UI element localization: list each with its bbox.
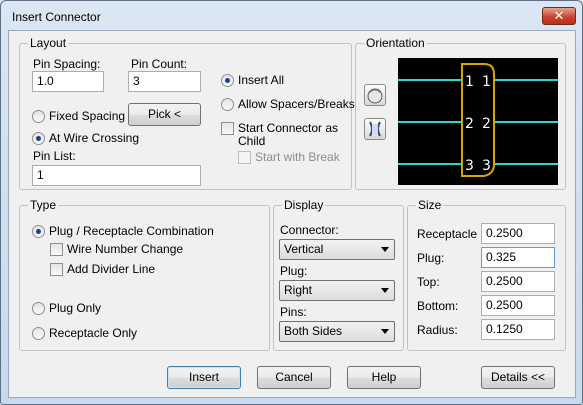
- pin-list-label: Pin List:: [33, 149, 76, 163]
- radio-selected-dot: [36, 229, 41, 234]
- at-wire-crossing-label: At Wire Crossing: [49, 131, 140, 145]
- add-divider-line-checkbox[interactable]: [50, 263, 63, 276]
- plug-only-radio[interactable]: [32, 302, 45, 315]
- radio-selected-dot: [36, 136, 41, 141]
- add-divider-line-label: Add Divider Line: [67, 262, 156, 276]
- insert-all-radio[interactable]: [221, 74, 234, 87]
- orientation-group-label: Orientation: [364, 36, 427, 50]
- pin-label-left-2: 2: [465, 116, 474, 132]
- receptacle-only-label: Receptacle Only: [49, 326, 138, 340]
- top-size-input[interactable]: 0.2500: [481, 271, 555, 292]
- radius-size-input[interactable]: 0.1250: [481, 319, 555, 340]
- radius-size-label: Radius:: [417, 323, 458, 337]
- chevron-down-icon: [381, 247, 389, 252]
- insert-connector-dialog: Insert Connector ✕ Layout Pin Spacing: 1…: [0, 0, 583, 405]
- plug-select-value: Right: [284, 283, 313, 297]
- details-button[interactable]: Details <<: [481, 366, 555, 389]
- insert-button[interactable]: Insert: [167, 366, 241, 389]
- start-with-break-label: Start with Break: [255, 150, 340, 164]
- pin-label-left-1: 1: [465, 74, 474, 90]
- title-bar[interactable]: Insert Connector ✕: [1, 1, 582, 31]
- pins-select[interactable]: Both Sides: [279, 321, 395, 342]
- pin-label-right-2: 2: [482, 116, 491, 132]
- dialog-body: Layout Pin Spacing: 1.0 Pin Count: 3 Ins…: [8, 30, 576, 398]
- start-with-break-checkbox[interactable]: [238, 151, 251, 164]
- window-title: Insert Connector: [12, 10, 101, 24]
- display-group: Display Connector: Vertical Plug: Right …: [273, 198, 404, 351]
- layout-group-label: Layout: [28, 36, 69, 50]
- pin-spacing-label: Pin Spacing:: [33, 57, 101, 71]
- fixed-spacing-label: Fixed Spacing: [49, 109, 126, 123]
- display-group-label: Display: [282, 198, 326, 212]
- plug-size-label: Plug:: [417, 251, 445, 265]
- size-group: Size Receptacle 0.2500 Plug: 0.325 Top: …: [407, 198, 566, 351]
- plug-only-label: Plug Only: [49, 301, 102, 315]
- allow-spacers-radio[interactable]: [221, 98, 234, 111]
- at-wire-crossing-radio[interactable]: [32, 132, 45, 145]
- plug-label: Plug:: [280, 264, 308, 278]
- chevron-down-icon: [381, 329, 389, 334]
- type-group-label: Type: [28, 198, 59, 212]
- receptacle-size-input[interactable]: 0.2500: [481, 223, 555, 244]
- allow-spacers-label: Allow Spacers/Breaks: [238, 97, 355, 111]
- receptacle-size-label: Receptacle: [417, 227, 478, 241]
- connector-select[interactable]: Vertical: [279, 239, 395, 260]
- orientation-round-button[interactable]: [364, 84, 386, 106]
- help-button[interactable]: Help: [347, 366, 421, 389]
- chevron-down-icon: [381, 288, 389, 293]
- type-group: Type Plug / Receptacle Combination Wire …: [19, 198, 270, 351]
- plug-receptacle-radio[interactable]: [32, 225, 45, 238]
- pin-label-right-1: 1: [482, 74, 491, 90]
- start-connector-as-child-checkbox[interactable]: [221, 122, 234, 135]
- wire-number-change-checkbox[interactable]: [50, 243, 63, 256]
- wire-number-change-label: Wire Number Change: [67, 242, 184, 256]
- bottom-size-label: Bottom:: [417, 299, 459, 313]
- radio-selected-dot: [225, 78, 230, 83]
- pins-label: Pins:: [280, 305, 307, 319]
- connector-label: Connector:: [280, 223, 339, 237]
- connector-select-value: Vertical: [284, 242, 324, 256]
- pin-label-left-3: 3: [465, 158, 474, 174]
- fixed-spacing-radio[interactable]: [32, 110, 45, 123]
- start-connector-as-child-label-line2: Child: [238, 134, 266, 148]
- orientation-split-button[interactable]: [364, 118, 386, 140]
- connector-split-icon: [369, 121, 381, 137]
- pin-list-input[interactable]: 1: [32, 165, 201, 186]
- close-icon: ✕: [553, 8, 565, 23]
- pin-spacing-input[interactable]: 1.0: [32, 71, 104, 92]
- pins-select-value: Both Sides: [284, 324, 343, 338]
- bottom-size-input[interactable]: 0.2500: [481, 295, 555, 316]
- plug-select[interactable]: Right: [279, 280, 395, 301]
- plug-receptacle-label: Plug / Receptacle Combination: [49, 224, 214, 238]
- close-button[interactable]: ✕: [542, 7, 576, 25]
- layout-group: Layout Pin Spacing: 1.0 Pin Count: 3 Ins…: [19, 36, 355, 190]
- orientation-group: Orientation 1 1 2 2 3 3: [355, 36, 566, 190]
- size-group-label: Size: [416, 198, 444, 212]
- receptacle-only-radio[interactable]: [32, 327, 45, 340]
- connector-preview: 1 1 2 2 3 3: [398, 58, 558, 185]
- plug-size-input[interactable]: 0.325: [481, 247, 555, 268]
- insert-all-label: Insert All: [238, 73, 285, 87]
- pin-label-right-3: 3: [482, 158, 491, 174]
- cancel-button[interactable]: Cancel: [257, 366, 331, 389]
- start-connector-as-child-label-line1: Start Connector as: [238, 121, 339, 135]
- pin-count-input[interactable]: 3: [128, 71, 201, 92]
- top-size-label: Top:: [417, 275, 440, 289]
- pick-button[interactable]: Pick <: [128, 103, 201, 126]
- connector-round-icon: [367, 88, 383, 104]
- pin-count-label: Pin Count:: [131, 57, 188, 71]
